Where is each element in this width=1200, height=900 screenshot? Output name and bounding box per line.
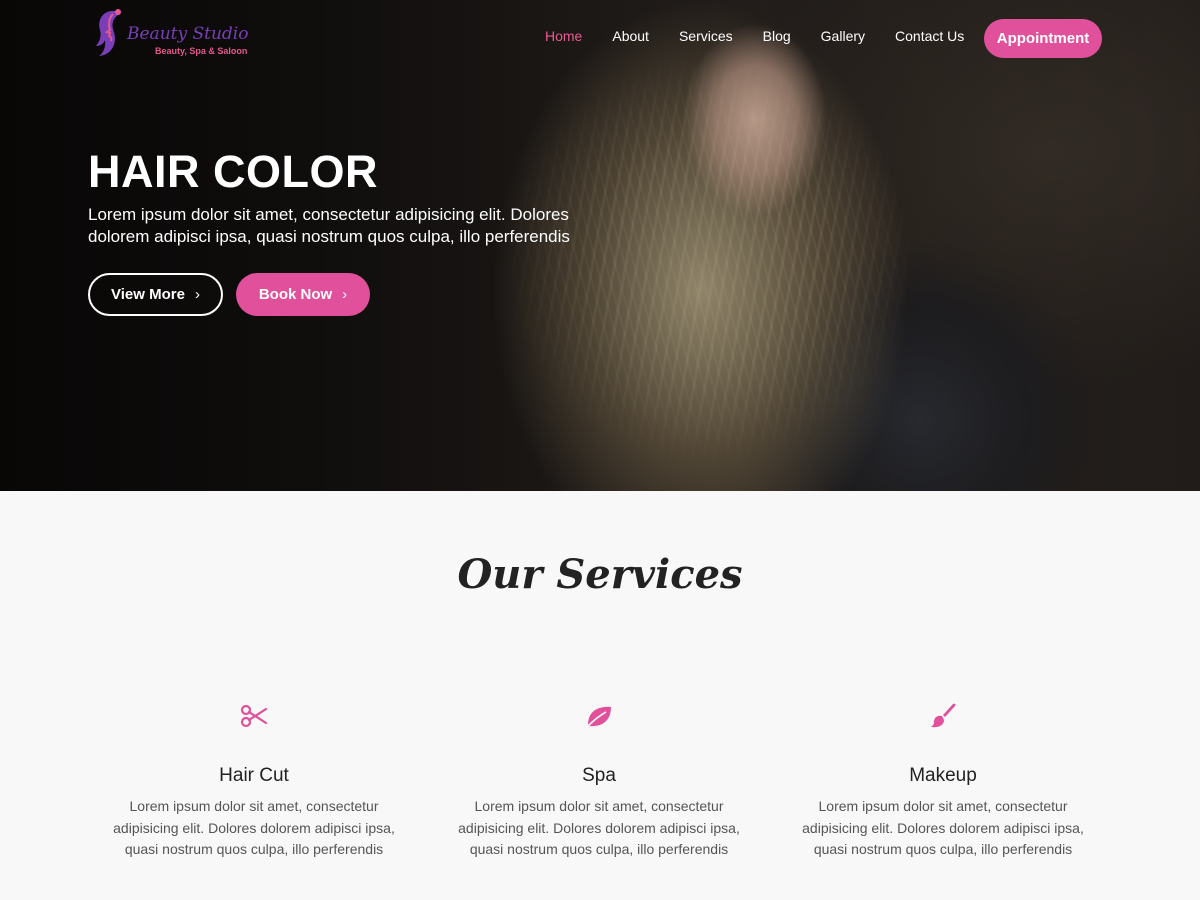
services-section: Our Services Hair Cut Lorem ipsum dolor … [0, 491, 1200, 900]
service-title: Makeup [909, 765, 977, 786]
brand-name: Beauty Studio [127, 24, 249, 44]
hero-title: HAIR COLOR [88, 146, 378, 197]
services-heading: Our Services [457, 551, 743, 598]
hero-content: HAIR COLOR Lorem ipsum dolor sit amet, c… [88, 146, 588, 316]
service-card-hair-cut: Hair Cut Lorem ipsum dolor sit amet, con… [109, 701, 399, 861]
nav-item-blog[interactable]: Blog [748, 26, 806, 46]
hero-description: Lorem ipsum dolor sit amet, consectetur … [88, 205, 570, 246]
nav-item-home[interactable]: Home [530, 26, 597, 46]
service-title: Hair Cut [219, 765, 289, 786]
service-description: Lorem ipsum dolor sit amet, consectetur … [113, 798, 395, 857]
view-more-button[interactable]: View More › [88, 273, 223, 316]
view-more-label: View More [111, 286, 185, 303]
woman-face-logo-icon [96, 9, 121, 56]
book-now-button[interactable]: Book Now › [236, 273, 370, 316]
service-card-makeup: Makeup Lorem ipsum dolor sit amet, conse… [798, 701, 1088, 861]
service-description: Lorem ipsum dolor sit amet, consectetur … [802, 798, 1084, 857]
nav-item-gallery[interactable]: Gallery [806, 26, 880, 46]
main-nav: Home About Services Blog Gallery Contact… [530, 26, 979, 46]
brand-tagline: Beauty, Spa & Saloon [155, 46, 248, 56]
leaf-icon [587, 706, 611, 727]
service-description: Lorem ipsum dolor sit amet, consectetur … [458, 798, 740, 857]
service-title: Spa [582, 765, 616, 786]
hero-banner: Beauty Studio Beauty, Spa & Saloon Home … [0, 0, 1200, 491]
hero-buttons: View More › Book Now › [88, 273, 588, 316]
appointment-button[interactable]: Appointment [984, 19, 1102, 58]
book-now-label: Book Now [258, 286, 333, 303]
chevron-right-icon: › [194, 286, 200, 303]
site-header: Beauty Studio Beauty, Spa & Saloon Home … [0, 0, 1200, 78]
nav-item-services[interactable]: Services [664, 26, 748, 46]
service-card-spa: Spa Lorem ipsum dolor sit amet, consecte… [454, 701, 744, 861]
nav-item-about[interactable]: About [597, 26, 664, 46]
brand-logo[interactable]: Beauty Studio Beauty, Spa & Saloon [93, 8, 253, 60]
brush-icon [931, 703, 956, 728]
nav-item-contact-us[interactable]: Contact Us [880, 26, 979, 46]
scissors-icon [240, 704, 268, 728]
chevron-right-icon: › [342, 286, 348, 303]
